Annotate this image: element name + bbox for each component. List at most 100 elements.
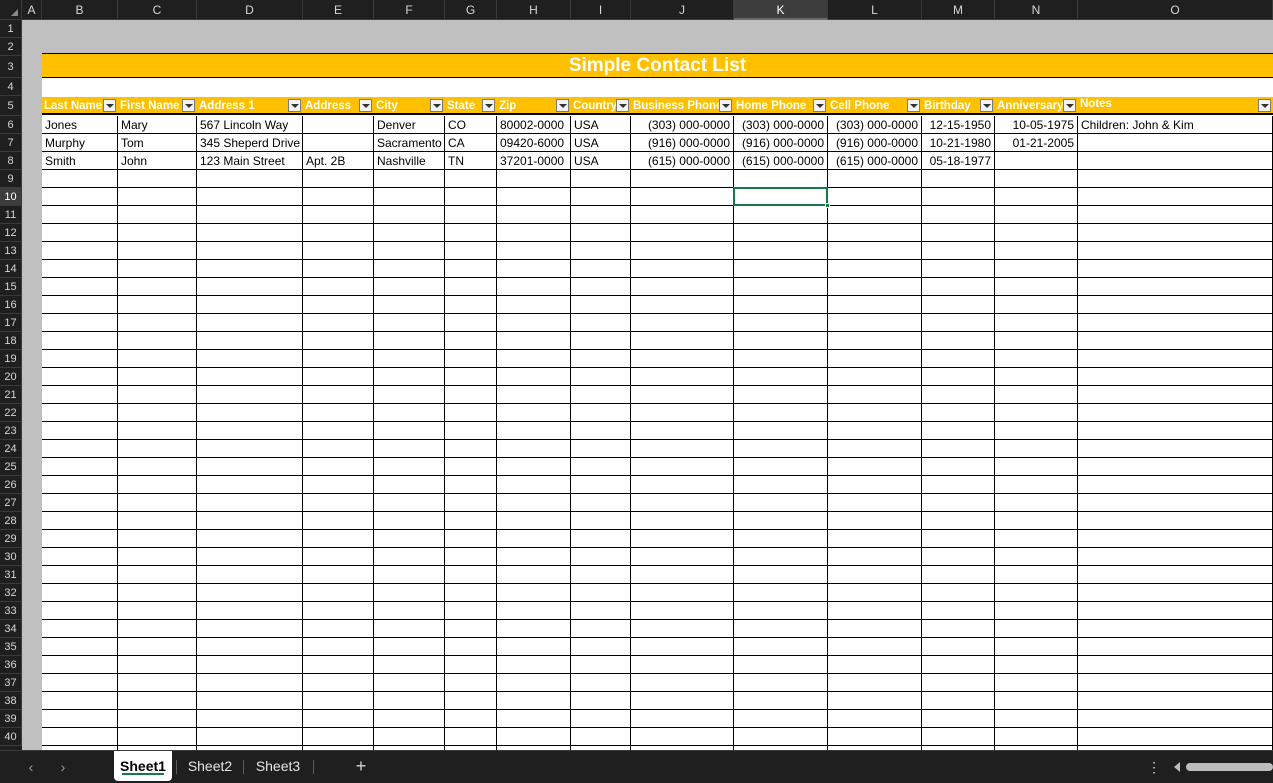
table-cell[interactable]: Nashville xyxy=(374,152,444,170)
row-header-27[interactable]: 27 xyxy=(0,494,22,512)
horizontal-scrollbar[interactable] xyxy=(1172,760,1273,774)
table-cell[interactable]: 12-15-1950 xyxy=(922,116,994,134)
row-header-39[interactable]: 39 xyxy=(0,710,22,728)
column-header-m[interactable]: M xyxy=(922,0,995,20)
row-header-13[interactable]: 13 xyxy=(0,242,22,260)
column-header-j[interactable]: J xyxy=(631,0,734,20)
scrollbar-thumb[interactable] xyxy=(1186,763,1273,771)
table-cell[interactable]: CO xyxy=(445,116,496,134)
table-cell[interactable]: CA xyxy=(445,134,496,152)
column-header-k[interactable]: K xyxy=(734,0,828,20)
column-header-n[interactable]: N xyxy=(995,0,1078,20)
table-cell[interactable]: Apt. 2B xyxy=(303,152,373,170)
filter-dropdown-icon[interactable] xyxy=(103,99,116,112)
column-header-h[interactable]: H xyxy=(497,0,571,20)
table-cell[interactable]: Smith xyxy=(42,152,117,170)
column-header-c[interactable]: C xyxy=(118,0,197,20)
filter-dropdown-icon[interactable] xyxy=(1258,99,1271,112)
table-cell[interactable]: (303) 000-0000 xyxy=(828,116,921,134)
table-cell[interactable]: USA xyxy=(571,134,630,152)
table-cell[interactable]: 10-21-1980 xyxy=(922,134,994,152)
row-header-9[interactable]: 9 xyxy=(0,170,22,188)
row-header-15[interactable]: 15 xyxy=(0,278,22,296)
tab-sheet1[interactable]: Sheet1 xyxy=(114,751,172,781)
table-cell[interactable]: 123 Main Street xyxy=(197,152,302,170)
tab-sheet2[interactable]: Sheet2 xyxy=(178,751,242,781)
row-header-38[interactable]: 38 xyxy=(0,692,22,710)
table-cell[interactable]: (615) 000-0000 xyxy=(828,152,921,170)
scroll-left-icon[interactable] xyxy=(1174,762,1180,772)
table-cell[interactable]: John xyxy=(118,152,196,170)
table-cell[interactable]: (916) 000-0000 xyxy=(828,134,921,152)
row-header-18[interactable]: 18 xyxy=(0,332,22,350)
table-cell[interactable]: (303) 000-0000 xyxy=(631,116,733,134)
table-cell[interactable]: (303) 000-0000 xyxy=(734,116,827,134)
row-header-31[interactable]: 31 xyxy=(0,566,22,584)
column-header-g[interactable]: G xyxy=(445,0,497,20)
row-header-8[interactable]: 8 xyxy=(0,152,22,170)
filter-dropdown-icon[interactable] xyxy=(359,99,372,112)
filter-dropdown-icon[interactable] xyxy=(430,99,443,112)
row-header-32[interactable]: 32 xyxy=(0,584,22,602)
row-header-11[interactable]: 11 xyxy=(0,206,22,224)
table-cell[interactable]: 01-21-2005 xyxy=(995,134,1077,152)
filter-dropdown-icon[interactable] xyxy=(556,99,569,112)
row-header-26[interactable]: 26 xyxy=(0,476,22,494)
table-cell[interactable]: USA xyxy=(571,116,630,134)
table-cell[interactable]: USA xyxy=(571,152,630,170)
row-header-1[interactable]: 1 xyxy=(0,20,22,38)
row-header-21[interactable]: 21 xyxy=(0,386,22,404)
table-cell[interactable]: 10-05-1975 xyxy=(995,116,1077,134)
row-header-23[interactable]: 23 xyxy=(0,422,22,440)
table-cell[interactable]: Jones xyxy=(42,116,117,134)
filter-dropdown-icon[interactable] xyxy=(907,99,920,112)
table-cell[interactable]: 37201-0000 xyxy=(497,152,570,170)
column-header-f[interactable]: F xyxy=(374,0,445,20)
row-header-12[interactable]: 12 xyxy=(0,224,22,242)
table-cell[interactable]: Murphy xyxy=(42,134,117,152)
column-header-b[interactable]: B xyxy=(42,0,118,20)
filter-dropdown-icon[interactable] xyxy=(288,99,301,112)
column-header-a[interactable]: A xyxy=(22,0,42,20)
row-header-3[interactable]: 3 xyxy=(0,56,22,78)
table-cell[interactable]: Denver xyxy=(374,116,444,134)
row-header-5[interactable]: 5 xyxy=(0,96,22,116)
column-header-i[interactable]: I xyxy=(571,0,631,20)
row-header-35[interactable]: 35 xyxy=(0,638,22,656)
tab-sheet3[interactable]: Sheet3 xyxy=(245,751,311,781)
filter-dropdown-icon[interactable] xyxy=(813,99,826,112)
row-header-36[interactable]: 36 xyxy=(0,656,22,674)
filter-dropdown-icon[interactable] xyxy=(182,99,195,112)
row-header-10[interactable]: 10 xyxy=(0,188,22,206)
fill-handle[interactable] xyxy=(825,203,830,208)
row-header-7[interactable]: 7 xyxy=(0,134,22,152)
row-header-28[interactable]: 28 xyxy=(0,512,22,530)
column-header-e[interactable]: E xyxy=(303,0,374,20)
table-cell[interactable]: (615) 000-0000 xyxy=(631,152,733,170)
table-cell[interactable]: 80002-0000 xyxy=(497,116,570,134)
row-header-24[interactable]: 24 xyxy=(0,440,22,458)
column-header-o[interactable]: O xyxy=(1078,0,1273,20)
filter-dropdown-icon[interactable] xyxy=(719,99,732,112)
worksheet-grid[interactable]: Simple Contact List Last Name First Name A… xyxy=(22,20,1273,750)
filter-dropdown-icon[interactable] xyxy=(980,99,993,112)
row-header-20[interactable]: 20 xyxy=(0,368,22,386)
table-cell[interactable]: Children: John & Kim xyxy=(1078,116,1272,134)
row-header-30[interactable]: 30 xyxy=(0,548,22,566)
table-cell[interactable]: Tom xyxy=(118,134,196,152)
table-cell[interactable]: 05-18-1977 xyxy=(922,152,994,170)
row-header-4[interactable]: 4 xyxy=(0,78,22,96)
row-header-19[interactable]: 19 xyxy=(0,350,22,368)
row-header-16[interactable]: 16 xyxy=(0,296,22,314)
table-cell[interactable]: (916) 000-0000 xyxy=(631,134,733,152)
row-header-6[interactable]: 6 xyxy=(0,116,22,134)
row-header-29[interactable]: 29 xyxy=(0,530,22,548)
column-header-l[interactable]: L xyxy=(828,0,922,20)
filter-dropdown-icon[interactable] xyxy=(1063,99,1076,112)
row-header-22[interactable]: 22 xyxy=(0,404,22,422)
row-header-40[interactable]: 40 xyxy=(0,728,22,746)
column-header-d[interactable]: D xyxy=(197,0,303,20)
table-cell[interactable]: 345 Sheperd Drive xyxy=(197,134,302,152)
table-cell[interactable]: 09420-6000 xyxy=(497,134,570,152)
add-sheet-icon[interactable]: + xyxy=(350,755,372,777)
